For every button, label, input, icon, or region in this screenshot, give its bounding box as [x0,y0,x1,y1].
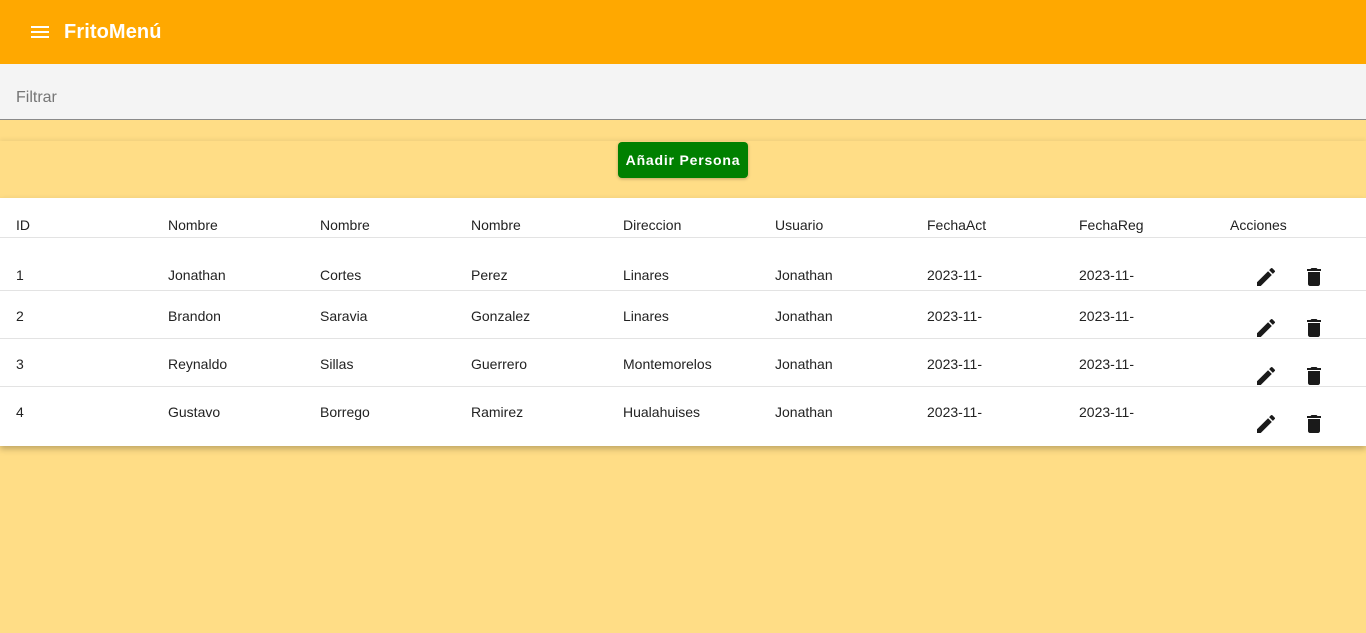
table-row: 1 Jonathan Cortes Perez Linares Jonathan 2023-… [0,238,1366,291]
cell-id: 1 [16,267,24,283]
column-header-nombre-2: Nombre [320,217,370,233]
cell-direccion: Hualahuises [623,404,701,420]
cell-apellido2: Ramirez [471,404,524,420]
trash-icon[interactable] [1302,316,1326,340]
table-row: 4 Gustavo Borrego Ramirez Hualahuises Jonatha… [0,387,1366,446]
column-header-id: ID [16,217,30,233]
trash-icon[interactable] [1302,412,1326,436]
table-row: 2 Brandon Saravia Gonzalez Linares Jonathan 20… [0,291,1366,339]
filter-field[interactable] [0,64,1366,120]
column-header-nombre: Nombre [168,217,218,233]
add-person-button[interactable]: Añadir Persona [618,142,748,178]
table-header-row: ID Nombre Nombre Nombre Direccion Usuari… [0,198,1366,238]
cell-apellido1: Sillas [320,356,354,372]
cell-direccion: Linares [623,308,669,324]
menu-button[interactable] [16,8,64,56]
edit-icon[interactable] [1254,265,1278,289]
cell-apellido1: Saravia [320,308,368,324]
cell-usuario: Jonathan [775,356,833,372]
persons-table: ID Nombre Nombre Nombre Direccion Usuari… [0,198,1366,446]
cell-fecha-act: 2023-11- [927,308,983,324]
cell-fecha-reg: 2023-11- [1079,356,1135,372]
cell-nombre: Reynaldo [168,356,228,372]
column-header-usuario: Usuario [775,217,824,233]
trash-icon[interactable] [1302,364,1326,388]
cell-fecha-reg: 2023-11- [1079,267,1135,283]
app-title: FritoMenú [64,20,162,43]
edit-icon[interactable] [1254,364,1278,388]
cell-nombre: Gustavo [168,404,221,420]
cell-id: 4 [16,404,24,420]
cell-fecha-act: 2023-11- [927,356,983,372]
menu-icon [31,26,49,38]
column-header-fecha-act: FechaAct [927,217,987,233]
cell-fecha-act: 2023-11- [927,267,983,283]
cell-usuario: Jonathan [775,308,833,324]
column-header-nombre-3: Nombre [471,217,521,233]
table-row: 3 Reynaldo Sillas Guerrero Montemorelos Jonat… [0,339,1366,387]
add-bar: Añadir Persona [0,141,1366,198]
cell-usuario: Jonathan [775,404,833,420]
cell-apellido2: Gonzalez [471,308,531,324]
trash-icon[interactable] [1302,265,1326,289]
edit-icon[interactable] [1254,412,1278,436]
cell-direccion: Linares [623,267,669,283]
cell-fecha-reg: 2023-11- [1079,404,1135,420]
cell-usuario: Jonathan [775,267,833,283]
column-header-direccion: Direccion [623,217,682,233]
cell-nombre: Jonathan [168,267,226,283]
edit-icon[interactable] [1254,316,1278,340]
cell-direccion: Montemorelos [623,356,712,372]
top-toolbar: FritoMenú [0,0,1366,64]
cell-fecha-act: 2023-11- [927,404,983,420]
cell-id: 3 [16,356,24,372]
filter-input[interactable] [0,64,1366,119]
cell-apellido1: Borrego [320,404,370,420]
cell-apellido2: Perez [471,267,508,283]
cell-apellido2: Guerrero [471,356,528,372]
cell-id: 2 [16,308,24,324]
cell-apellido1: Cortes [320,267,362,283]
cell-nombre: Brandon [168,308,221,324]
cell-fecha-reg: 2023-11- [1079,308,1135,324]
column-header-fecha-reg: FechaReg [1079,217,1144,233]
column-header-acciones: Acciones [1230,217,1287,233]
